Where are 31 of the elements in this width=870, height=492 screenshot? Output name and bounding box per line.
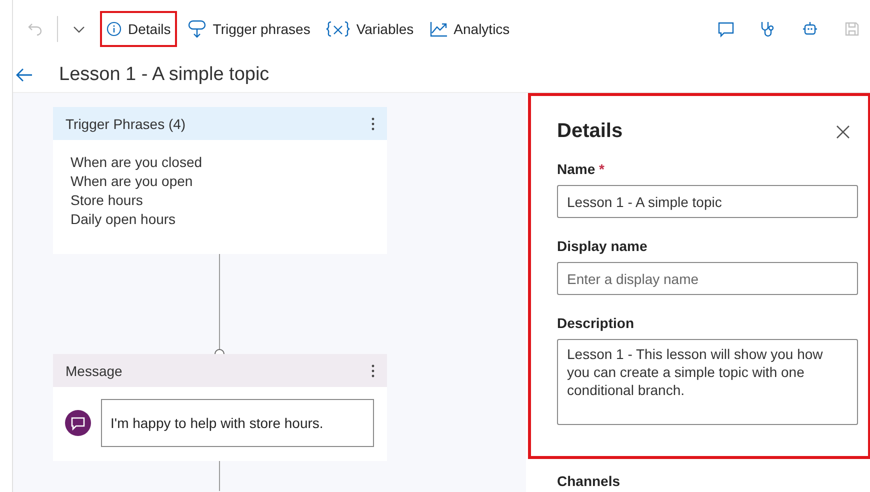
- back-arrow-icon: [15, 67, 33, 83]
- trigger-phrase: When are you closed: [70, 154, 204, 170]
- variables-button[interactable]: Variables: [320, 11, 420, 47]
- line-chart-icon: [430, 21, 448, 37]
- field-label: Description: [557, 315, 636, 331]
- chat-icon: [717, 20, 735, 38]
- page-title: Lesson 1 - A simple topic: [59, 64, 270, 86]
- card-title: Trigger Phrases (4): [66, 116, 186, 132]
- speech-arrow-icon: [186, 19, 207, 39]
- info-icon: [106, 21, 122, 37]
- section-heading: Channels: [557, 473, 622, 489]
- field-label: Display name: [557, 238, 648, 254]
- trigger-phrase: When are you open: [70, 173, 194, 189]
- message-text-field[interactable]: I'm happy to help with store hours.: [100, 399, 374, 447]
- card-title: Message: [66, 362, 122, 378]
- undo-icon: [27, 21, 43, 37]
- text-field[interactable]: Lesson 1 - A simple topic: [557, 185, 858, 218]
- field-label: Name *: [557, 161, 606, 177]
- panel-title: Details: [557, 120, 623, 143]
- trigger-phrases-button[interactable]: Trigger phrases: [180, 11, 316, 47]
- message-bubble-icon: [64, 410, 90, 436]
- save-icon: [843, 20, 861, 38]
- details-button[interactable]: Details: [100, 11, 177, 47]
- close-button[interactable]: [834, 122, 852, 140]
- analytics-button[interactable]: Analytics: [424, 11, 516, 47]
- close-icon: [836, 124, 850, 138]
- trigger-phrase: Daily open hours: [70, 211, 177, 227]
- trigger-phrase: Store hours: [70, 192, 144, 208]
- text-field[interactable]: Enter a display name: [557, 262, 858, 295]
- description-field[interactable]: Lesson 1 - This lesson will show you how you can create a simple topic with one conditional branch.: [557, 339, 858, 425]
- variable-icon: [326, 20, 350, 38]
